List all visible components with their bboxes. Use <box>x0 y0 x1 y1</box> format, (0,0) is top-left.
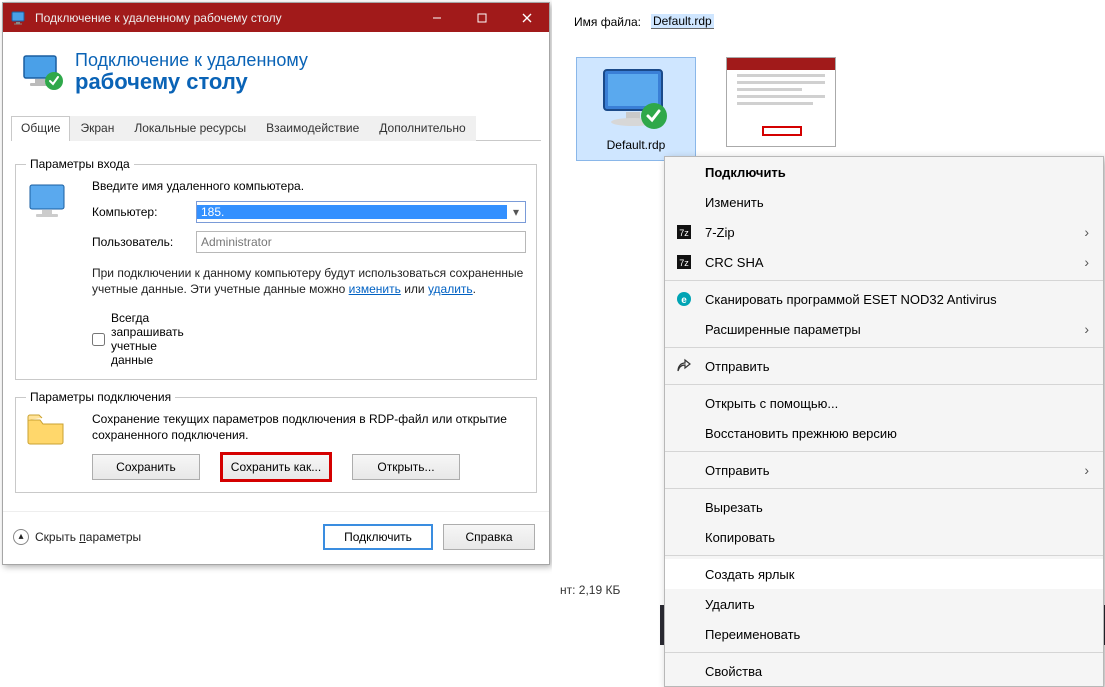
ctx-item-label: Копировать <box>705 530 1089 545</box>
ctx-item-18[interactable]: Создать ярлык <box>665 559 1103 589</box>
svg-text:7z: 7z <box>679 228 689 238</box>
rdp-app-icon <box>9 8 29 28</box>
header-line2: рабочему столу <box>75 69 308 95</box>
ctx-item-1[interactable]: Изменить <box>665 187 1103 217</box>
tab-display[interactable]: Экран <box>70 116 124 141</box>
computer-input[interactable] <box>197 205 507 219</box>
always-ask-label: Всегда запрашивать учетные данные <box>111 311 188 367</box>
ctx-item-2[interactable]: 7z 7-Zip › <box>665 217 1103 247</box>
ctx-item-label: Переименовать <box>705 627 1089 642</box>
ctx-item-label: Создать ярлык <box>705 567 1089 582</box>
ctx-item-10[interactable]: Открыть с помощью... <box>665 388 1103 418</box>
ctx-item-label: Расширенные параметры <box>705 322 1074 337</box>
tab-experience[interactable]: Взаимодействие <box>256 116 369 141</box>
hide-params-toggle[interactable]: ▴ Скрыть параметры <box>13 529 141 545</box>
screenshot-thumbnail[interactable] <box>726 57 836 147</box>
chevron-up-icon: ▴ <box>13 529 29 545</box>
context-menu[interactable]: Подключить Изменить 7z 7-Zip › 7z CRC SHA › e Ска… <box>664 156 1104 687</box>
ctx-item-5[interactable]: e Сканировать программой ESET NOD32 Antiv… <box>665 284 1103 314</box>
credentials-info: При подключении к данному компьютеру буд… <box>92 265 526 297</box>
filename-value[interactable]: Default.rdp <box>651 14 714 29</box>
ctx-item-label: Отправить <box>705 463 1074 478</box>
computer-combo[interactable]: ▾ <box>196 201 526 223</box>
chevron-right-icon: › <box>1084 462 1089 478</box>
ctx-item-19[interactable]: Удалить <box>665 589 1103 619</box>
ctx-item-label: Отправить <box>705 359 1089 374</box>
titlebar[interactable]: Подключение к удаленному рабочему столу <box>3 3 549 32</box>
share-icon <box>673 358 695 374</box>
user-label: Пользователь: <box>92 235 188 249</box>
header-line1: Подключение к удаленному <box>75 50 308 71</box>
delete-credentials-link[interactable]: удалить <box>428 282 473 296</box>
rdp-header-icon <box>21 51 65 95</box>
login-group: Параметры входа Введите имя удаленного к… <box>15 157 537 380</box>
filename-label: Имя файла: <box>574 15 641 29</box>
ctx-item-11[interactable]: Восстановить прежнюю версию <box>665 418 1103 448</box>
dialog-header: Подключение к удаленному рабочему столу <box>3 32 549 115</box>
svg-text:7z: 7z <box>679 258 689 268</box>
dialog-footer: ▴ Скрыть параметры Подключить Справка <box>3 511 549 564</box>
tab-advanced[interactable]: Дополнительно <box>369 116 475 141</box>
save-as-button[interactable]: Сохранить как... <box>222 454 330 480</box>
connection-desc: Сохранение текущих параметров подключени… <box>92 412 526 443</box>
ctx-item-label: Открыть с помощью... <box>705 396 1089 411</box>
rdp-dialog: Подключение к удаленному рабочему столу … <box>2 2 550 565</box>
ctx-item-0[interactable]: Подключить <box>665 157 1103 187</box>
monitor-icon <box>596 64 676 134</box>
ctx-item-8[interactable]: Отправить <box>665 351 1103 381</box>
user-input[interactable] <box>196 231 526 253</box>
ctx-item-label: Восстановить прежнюю версию <box>705 426 1089 441</box>
ctx-item-label: Изменить <box>705 195 1089 210</box>
file-caption: Default.rdp <box>607 138 666 152</box>
ctx-item-label: Подключить <box>705 165 1089 180</box>
chevron-down-icon[interactable]: ▾ <box>507 205 525 219</box>
computer-label: Компьютер: <box>92 205 188 219</box>
window-title: Подключение к удаленному рабочему столу <box>35 11 414 25</box>
save-button[interactable]: Сохранить <box>92 454 200 480</box>
ctx-item-label: CRC SHA <box>705 255 1074 270</box>
ctx-item-6[interactable]: Расширенные параметры › <box>665 314 1103 344</box>
tab-bar: Общие Экран Локальные ресурсы Взаимодейс… <box>11 115 541 141</box>
ctx-item-label: Свойства <box>705 664 1089 679</box>
ctx-item-label: Сканировать программой ESET NOD32 Antivi… <box>705 292 1089 307</box>
minimize-button[interactable] <box>414 3 459 32</box>
ctx-item-13[interactable]: Отправить › <box>665 455 1103 485</box>
always-ask-checkbox[interactable] <box>92 333 105 346</box>
svg-text:e: e <box>681 295 687 306</box>
tab-local-resources[interactable]: Локальные ресурсы <box>124 116 256 141</box>
7z-icon: 7z <box>673 224 695 240</box>
help-button[interactable]: Справка <box>443 524 535 550</box>
change-credentials-link[interactable]: изменить <box>349 282 401 296</box>
login-legend: Параметры входа <box>26 157 134 171</box>
close-button[interactable] <box>504 3 549 32</box>
file-tile-default-rdp[interactable]: Default.rdp <box>576 57 696 161</box>
ctx-item-label: Вырезать <box>705 500 1089 515</box>
connection-group: Параметры подключения Сохранение текущих… <box>15 390 537 492</box>
chevron-right-icon: › <box>1084 321 1089 337</box>
chevron-right-icon: › <box>1084 224 1089 240</box>
ctx-item-22[interactable]: Свойства <box>665 656 1103 686</box>
7z-icon: 7z <box>673 254 695 270</box>
ctx-item-label: Удалить <box>705 597 1089 612</box>
ctx-item-15[interactable]: Вырезать <box>665 492 1103 522</box>
ctx-item-16[interactable]: Копировать <box>665 522 1103 552</box>
login-prompt: Введите имя удаленного компьютера. <box>92 179 526 193</box>
open-button[interactable]: Открыть... <box>352 454 460 480</box>
folder-icon <box>26 412 66 446</box>
ctx-item-label: 7-Zip <box>705 225 1074 240</box>
eset-icon: e <box>673 291 695 307</box>
connection-legend: Параметры подключения <box>26 390 175 404</box>
always-ask-row[interactable]: Всегда запрашивать учетные данные <box>92 311 188 367</box>
connect-button[interactable]: Подключить <box>323 524 433 550</box>
maximize-button[interactable] <box>459 3 504 32</box>
computer-icon <box>26 179 74 227</box>
chevron-right-icon: › <box>1084 254 1089 270</box>
tab-general[interactable]: Общие <box>11 116 70 141</box>
ctx-item-3[interactable]: 7z CRC SHA › <box>665 247 1103 277</box>
